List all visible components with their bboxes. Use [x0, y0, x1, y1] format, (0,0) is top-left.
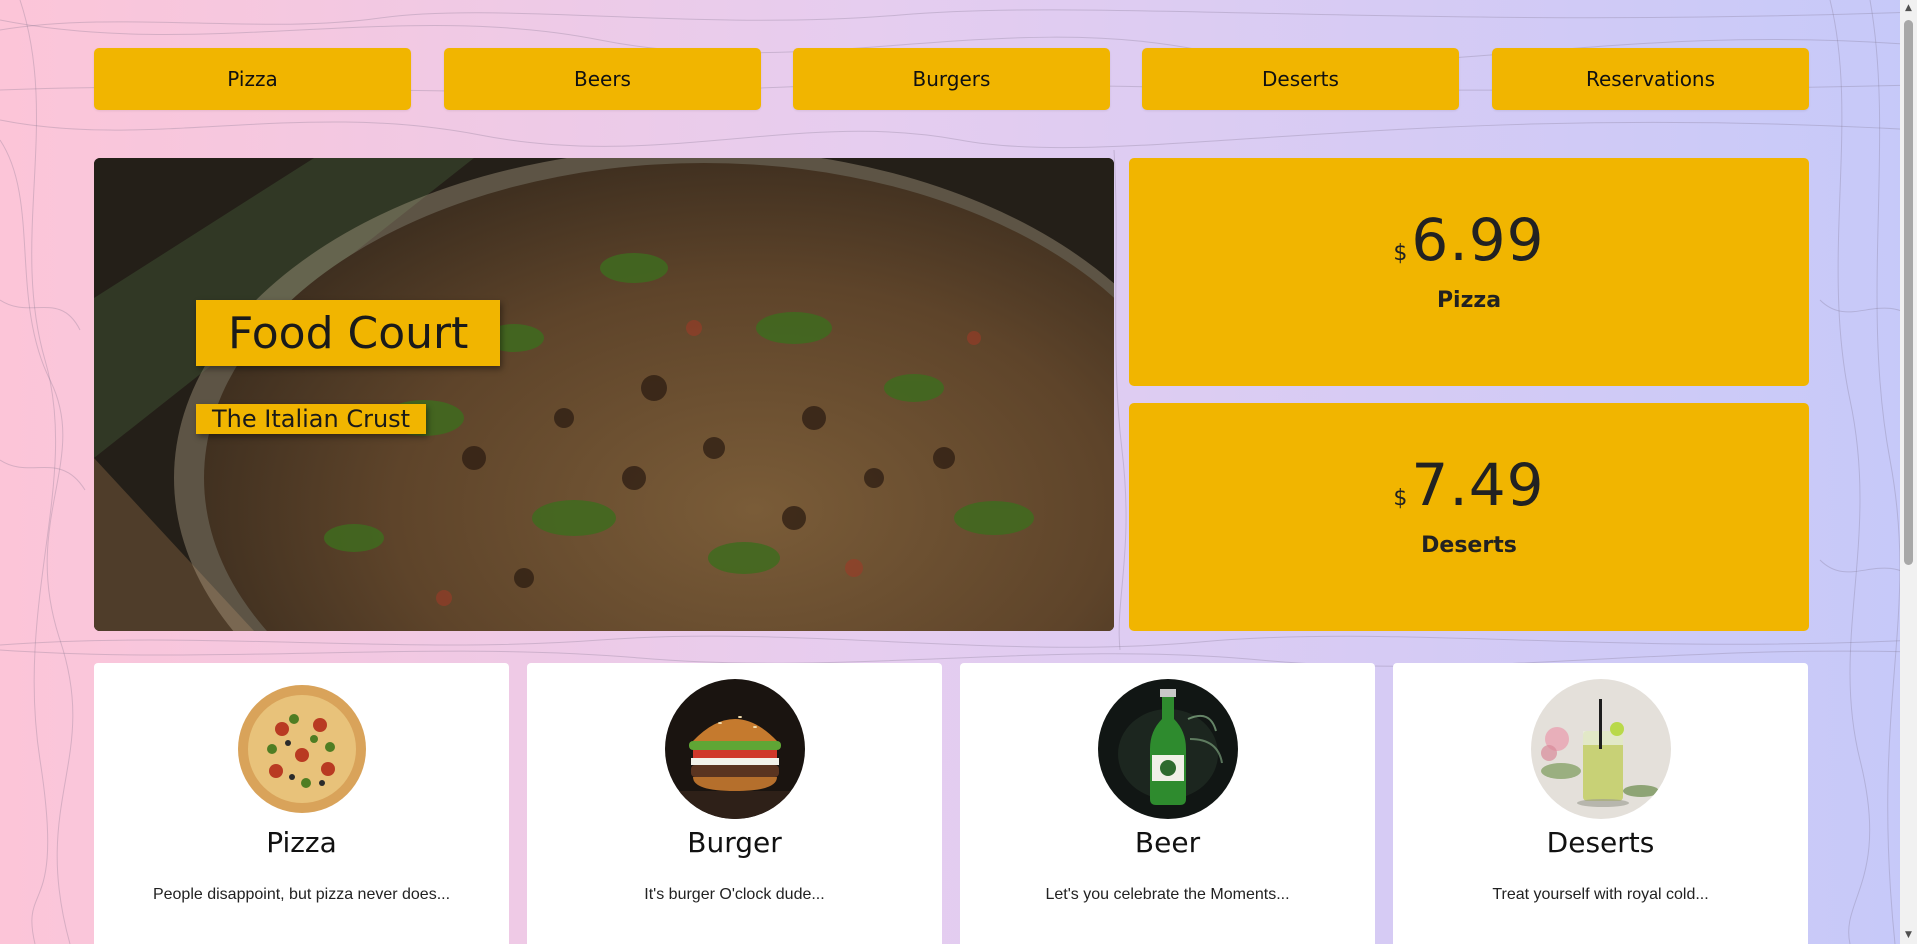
- price-label: Deserts: [1421, 533, 1517, 558]
- card-description: Let's you celebrate the Moments...: [1045, 886, 1290, 903]
- desert-drink-image: [1530, 679, 1671, 819]
- nav-reservations-button[interactable]: Reservations: [1492, 48, 1809, 110]
- burger-image: [664, 679, 805, 819]
- menu-card-burger[interactable]: Burger It's burger O'clock dude...: [527, 663, 942, 944]
- page-scrollbar[interactable]: ▲ ▼: [1900, 0, 1917, 944]
- nav-pizza-button[interactable]: Pizza: [94, 48, 411, 110]
- nav-beers-button[interactable]: Beers: [444, 48, 761, 110]
- price-label: Pizza: [1436, 288, 1502, 313]
- menu-card-pizza[interactable]: Pizza People disappoint, but pizza never…: [94, 663, 509, 944]
- price-value: 7.49: [1411, 451, 1545, 519]
- card-title: Deserts: [1546, 826, 1655, 859]
- card-title: Beer: [1134, 826, 1201, 859]
- hero-banner: Food Court The Italian Crust: [94, 158, 1114, 631]
- scrollbar-thumb[interactable]: [1904, 20, 1913, 565]
- hero-title: Food Court: [196, 300, 501, 366]
- beer-image: [1097, 679, 1238, 819]
- menu-card-beer[interactable]: Beer Let's you celebrate the Moments...: [960, 663, 1375, 944]
- hero-pizza-image: [94, 158, 1114, 631]
- nav-burgers-button[interactable]: Burgers: [793, 48, 1110, 110]
- card-description: It's burger O'clock dude...: [644, 886, 825, 903]
- hero-subtitle: The Italian Crust: [196, 404, 427, 434]
- card-description: Treat yourself with royal cold...: [1492, 886, 1709, 903]
- currency-symbol: $: [1393, 241, 1408, 266]
- nav-deserts-button[interactable]: Deserts: [1142, 48, 1459, 110]
- scroll-down-arrow-icon[interactable]: ▼: [1900, 927, 1917, 944]
- price-card-deserts: $ 7.49 Deserts: [1129, 403, 1809, 631]
- top-nav: Pizza Beers Burgers Deserts Reservations: [94, 48, 1809, 110]
- card-description: People disappoint, but pizza never does.…: [152, 886, 451, 903]
- scroll-up-arrow-icon[interactable]: ▲: [1900, 0, 1917, 17]
- price-value: 6.99: [1411, 206, 1545, 274]
- price-card-pizza: $ 6.99 Pizza: [1129, 158, 1809, 386]
- card-title: Burger: [687, 826, 782, 859]
- currency-symbol: $: [1393, 486, 1408, 511]
- pizza-image: [231, 679, 372, 819]
- menu-card-deserts[interactable]: Deserts Treat yourself with royal cold..…: [1393, 663, 1808, 944]
- card-title: Pizza: [266, 826, 337, 859]
